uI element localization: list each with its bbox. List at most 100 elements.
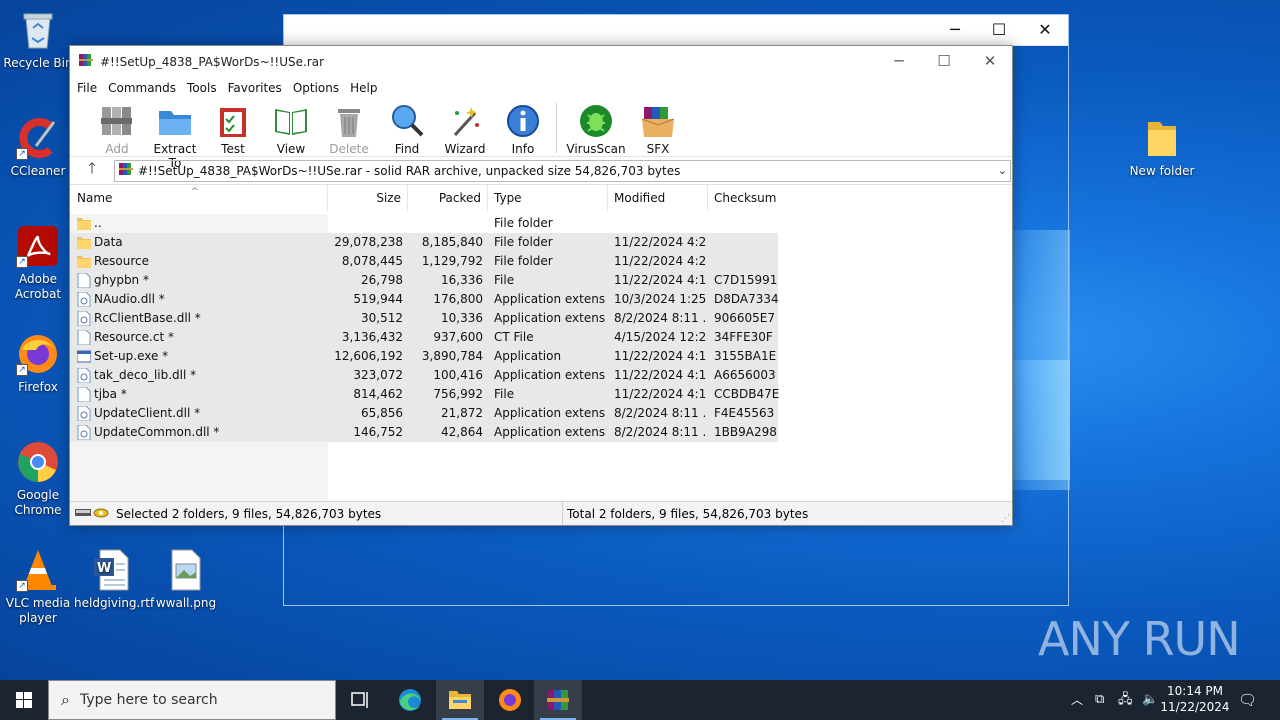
menu-options[interactable]: Options: [292, 81, 347, 95]
cell-size: 12,606,192: [334, 349, 403, 363]
chevron-down-icon[interactable]: ⌄: [998, 164, 1007, 177]
find-magnifier-icon: [389, 103, 425, 139]
close-button[interactable]: ✕: [1022, 15, 1068, 45]
column-label: Packed: [438, 191, 481, 205]
desktop-icon-recycle-bin[interactable]: Recycle Bin: [0, 8, 76, 71]
desktop-icon-new-folder[interactable]: New folder: [1124, 116, 1200, 179]
table-row[interactable]: Resource 8,078,445 1,129,792 File folder 11/…: [70, 252, 1012, 271]
close-button[interactable]: ✕: [967, 46, 1013, 76]
winrar-titlebar[interactable]: #!!SetUp_4838_PA$WorDs~!!USe.rar ─ ☐ ✕: [70, 46, 1012, 77]
cell-modified: [614, 214, 706, 233]
virusscan-button[interactable]: VirusScan: [563, 99, 629, 156]
wizard-button[interactable]: Wizard: [436, 99, 494, 156]
add-button[interactable]: Add: [88, 99, 146, 156]
search-placeholder: Type here to search: [79, 692, 218, 708]
table-row[interactable]: tjba * 814,462 756,992 File 11/22/2024 4:1..…: [70, 385, 1012, 404]
edge-icon: [399, 689, 421, 711]
menu-commands[interactable]: Commands: [107, 81, 184, 95]
cell-checksum: [714, 233, 780, 252]
toolbar-label: Delete: [329, 142, 369, 156]
start-button[interactable]: [0, 680, 48, 720]
status-right: Total 2 folders, 9 files, 54,826,703 byt…: [567, 507, 809, 521]
menu-tools[interactable]: Tools: [186, 81, 225, 95]
notifications-icon[interactable]: 🗨: [1238, 680, 1257, 720]
folder-icon: [77, 216, 91, 231]
cell-type: Application: [494, 349, 562, 363]
desktop-icon-label: Firefox: [18, 380, 58, 394]
cell-type: File: [494, 273, 515, 287]
column-size[interactable]: Size: [328, 185, 408, 211]
cell-name: Resource.ct *: [94, 330, 174, 344]
test-button[interactable]: Test: [204, 99, 262, 156]
toolbar-label: Find: [394, 142, 420, 156]
cell-size: [328, 214, 403, 233]
column-name[interactable]: Name ^: [71, 185, 328, 211]
minimize-button[interactable]: ─: [876, 46, 922, 76]
folder-icon: [1140, 116, 1184, 160]
desktop-icon-google-chrome[interactable]: Google Chrome: [0, 440, 76, 518]
network-icon[interactable]: 🖧: [1118, 680, 1133, 720]
table-row[interactable]: Set-up.exe * 12,606,192 3,890,784 Applicati…: [70, 347, 1012, 366]
menu-file[interactable]: File: [76, 81, 105, 95]
sfx-box-icon: [640, 103, 676, 139]
taskbar-winrar[interactable]: [534, 680, 582, 720]
task-view-button[interactable]: [336, 680, 384, 720]
exe-icon: [76, 349, 92, 364]
table-row[interactable]: UpdateClient.dll * 65,856 21,872 Applicatio…: [70, 404, 1012, 423]
folder-icon: [77, 254, 91, 269]
column-modified[interactable]: Modified: [608, 185, 708, 211]
menu-help[interactable]: Help: [349, 81, 385, 95]
cell-name: UpdateCommon.dll *: [94, 425, 220, 439]
desktop-icon-adobe-acrobat[interactable]: ↗ Adobe Acrobat: [0, 224, 76, 302]
table-row[interactable]: RcClientBase.dll * 30,512 10,336 Applicatio…: [70, 309, 1012, 328]
minimize-button[interactable]: ─: [932, 15, 978, 45]
menu-favorites[interactable]: Favorites: [227, 81, 290, 95]
desktop-icon-wwall[interactable]: wwall.png: [148, 548, 224, 611]
tray-overflow-icon[interactable]: ︿: [1071, 680, 1083, 720]
delete-trash-icon: [331, 103, 367, 139]
up-arrow-icon[interactable]: 🡑: [70, 158, 114, 183]
desktop-icon-vlc[interactable]: ↗ VLC media player: [0, 548, 76, 626]
column-packed[interactable]: Packed: [408, 185, 488, 211]
table-row[interactable]: tak_deco_lib.dll * 323,072 100,416 Applicat…: [70, 366, 1012, 385]
column-type[interactable]: Type: [488, 185, 608, 211]
extract-folder-icon: [157, 103, 193, 139]
meet-now-icon[interactable]: ⧉: [1095, 680, 1104, 720]
maximize-button[interactable]: ☐: [976, 15, 1022, 45]
desktop-icon-heldgiving[interactable]: W heldgiving.rtf: [74, 548, 154, 611]
shortcut-arrow-icon: ↗: [16, 148, 28, 160]
table-row[interactable]: NAudio.dll * 519,944 176,800 Application ex…: [70, 290, 1012, 309]
cell-name: Data: [94, 235, 123, 249]
menu-bar: File Commands Tools Favorites Options He…: [70, 77, 1012, 99]
column-checksum[interactable]: Checksum: [708, 185, 778, 211]
table-row[interactable]: Data 29,078,238 8,185,840 File folder 11/22/…: [70, 233, 1012, 252]
maximize-button[interactable]: ☐: [921, 46, 967, 76]
table-row[interactable]: ghypbn * 26,798 16,336 File 11/22/2024 4:1..…: [70, 271, 1012, 290]
file-icon: [77, 386, 91, 403]
toolbar-label: Add: [105, 142, 129, 156]
info-button[interactable]: Info: [494, 99, 552, 156]
winrar-window[interactable]: #!!SetUp_4838_PA$WorDs~!!USe.rar ─ ☐ ✕ F…: [69, 45, 1013, 526]
desktop-icon-ccleaner[interactable]: ↗ CCleaner: [0, 116, 76, 179]
address-bar[interactable]: #!!SetUp_4838_PA$WorDs~!!USe.rar - solid…: [114, 159, 1011, 182]
find-button[interactable]: Find: [378, 99, 436, 156]
desktop-icon-firefox[interactable]: ↗ Firefox: [0, 332, 76, 395]
taskbar-search[interactable]: ⌕ Type here to search: [48, 680, 336, 720]
delete-button[interactable]: Delete: [320, 99, 378, 156]
recycle-bin-icon: [16, 8, 60, 52]
view-button[interactable]: View: [262, 99, 320, 156]
sfx-button[interactable]: SFX: [629, 99, 687, 156]
taskbar-edge[interactable]: [386, 680, 434, 720]
table-row[interactable]: .. File folder: [70, 214, 1012, 233]
toolbar-label: VirusScan: [566, 142, 626, 156]
taskbar-firefox[interactable]: [486, 680, 534, 720]
resize-grip-icon[interactable]: ⋰: [1001, 514, 1010, 524]
taskbar-file-explorer[interactable]: [436, 680, 484, 720]
clock[interactable]: 10:14 PM 11/22/2024: [1160, 683, 1230, 715]
volume-icon[interactable]: 🔈: [1142, 680, 1158, 720]
table-row[interactable]: UpdateCommon.dll * 146,752 42,864 Applicati…: [70, 423, 1012, 442]
info-icon: [505, 103, 541, 139]
table-row[interactable]: Resource.ct * 3,136,432 937,600 CT File 4/15…: [70, 328, 1012, 347]
cell-size: 29,078,238: [334, 235, 403, 249]
toolbar-label: Info: [511, 142, 535, 156]
